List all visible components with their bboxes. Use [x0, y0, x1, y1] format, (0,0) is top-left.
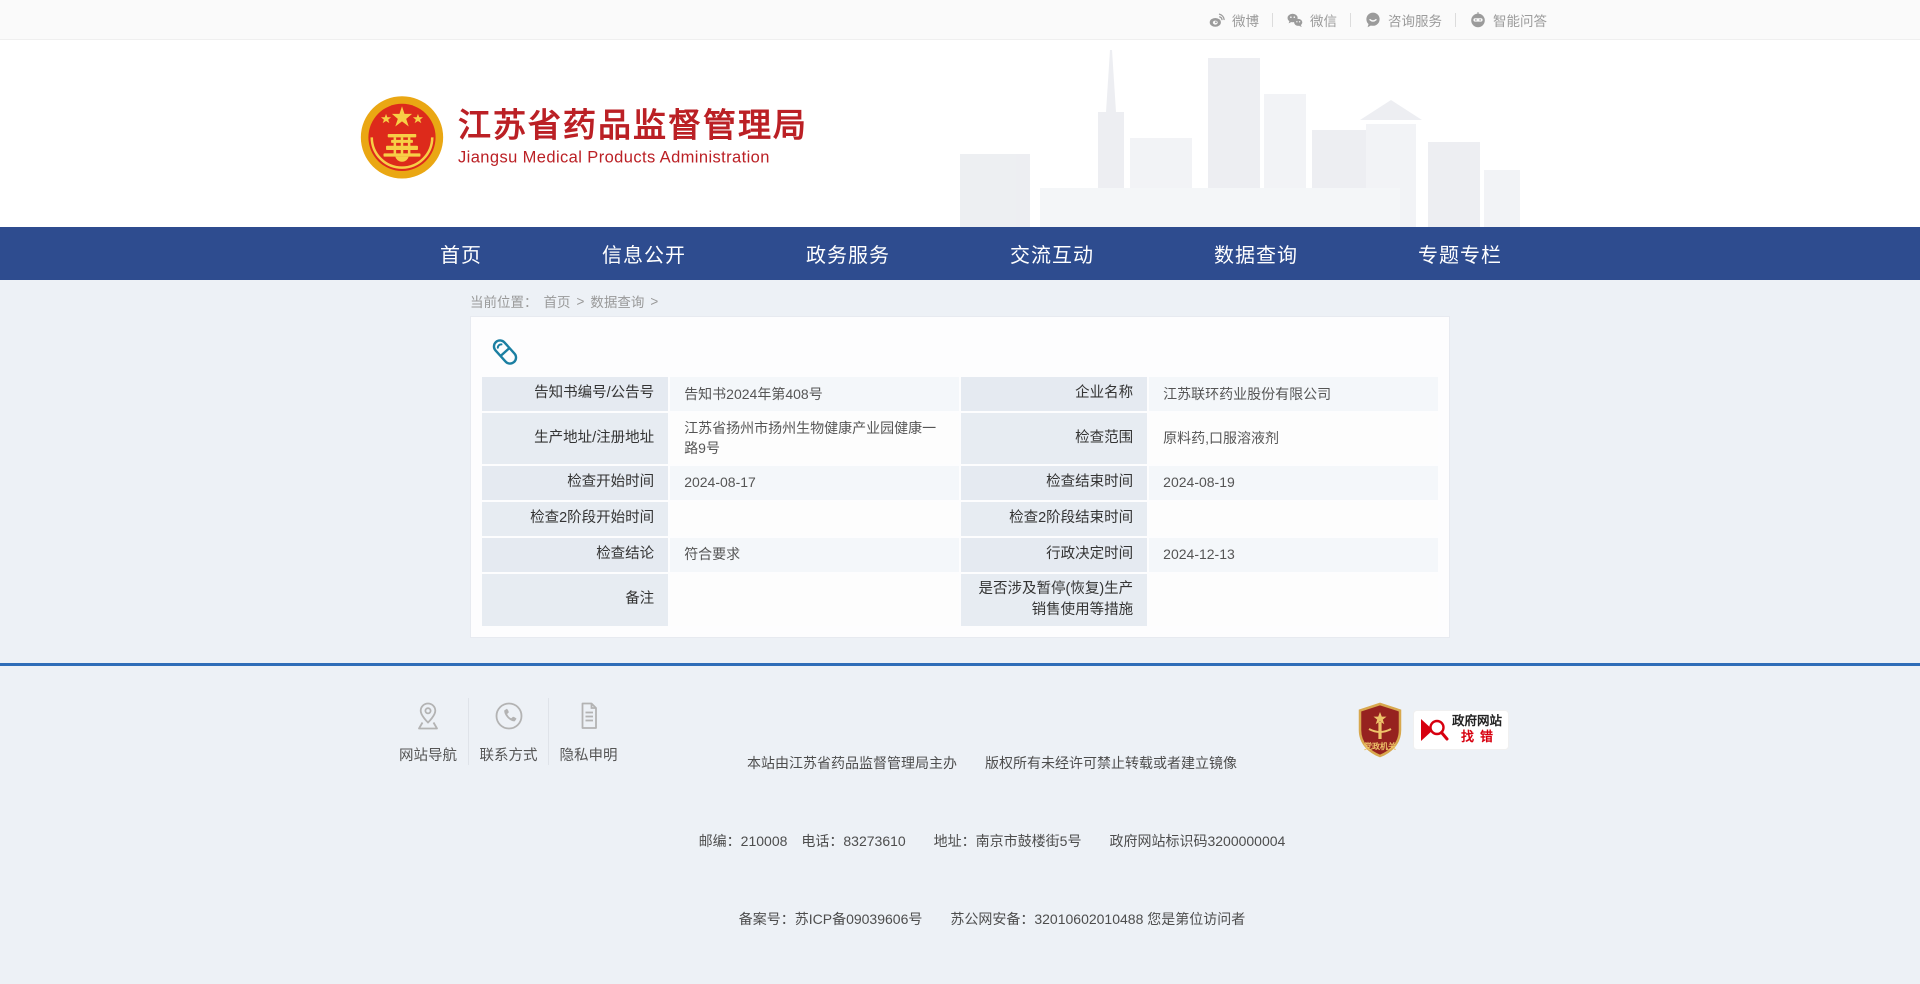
value-company-name: 江苏联环药业股份有限公司 [1149, 377, 1438, 411]
label-production-address: 生产地址/注册地址 [482, 413, 668, 464]
site-title: 江苏省药品监督管理局 [458, 106, 808, 144]
label-inspection-conclusion: 检查结论 [482, 538, 668, 572]
value-phase2-end [1149, 502, 1438, 536]
footer-link-sitemap[interactable]: 网站导航 [388, 698, 468, 765]
breadcrumb: 当前位置： 首页 > 数据查询 > [470, 286, 1450, 316]
table-row: 检查结论 符合要求 行政决定时间 2024-12-13 [482, 538, 1438, 572]
weibo-icon [1208, 11, 1226, 29]
table-row: 生产地址/注册地址 江苏省扬州市扬州生物健康产业园健康一路9号 检查范围 原料药… [482, 413, 1438, 464]
utility-bar: 微博 微信 咨询服务 [0, 0, 1920, 40]
smart-qa-link[interactable]: 智能问答 [1456, 10, 1560, 30]
table-row: 备注 是否涉及暂停(恢复)生产销售使用等措施 [482, 574, 1438, 626]
consult-service-label: 咨询服务 [1388, 10, 1442, 30]
table-row: 告知书编号/公告号 告知书2024年第408号 企业名称 江苏联环药业股份有限公… [482, 377, 1438, 411]
find-error-top-label: 政府网站 [1452, 714, 1502, 729]
pill-icon [490, 337, 520, 367]
detail-panel: 告知书编号/公告号 告知书2024年第408号 企业名称 江苏联环药业股份有限公… [470, 316, 1450, 638]
national-emblem-logo [360, 95, 444, 179]
smart-qa-icon [1469, 11, 1487, 29]
label-inspection-start: 检查开始时间 [482, 466, 668, 500]
value-admin-decision-date: 2024-12-13 [1149, 538, 1438, 572]
table-row: 检查开始时间 2024-08-17 检查结束时间 2024-08-19 [482, 466, 1438, 500]
consult-service-link[interactable]: 咨询服务 [1351, 10, 1455, 30]
privacy-doc-icon [573, 700, 605, 732]
site-subtitle: Jiangsu Medical Products Administration [458, 148, 808, 167]
main-nav: 首页 信息公开 政务服务 交流互动 数据查询 专题专栏 [0, 227, 1920, 280]
party-gov-badge-label: 党政机关 [1364, 741, 1396, 751]
wechat-link[interactable]: 微信 [1273, 10, 1350, 30]
breadcrumb-link-home[interactable]: 首页 [544, 291, 571, 311]
find-error-badge[interactable]: 政府网站 找错 [1414, 711, 1508, 749]
table-row: 检查2阶段开始时间 检查2阶段结束时间 [482, 502, 1438, 536]
value-inspection-end: 2024-08-19 [1149, 466, 1438, 500]
footer-line-icp: 备案号：苏ICP备09039606号 苏公网安备：32010602010488 … [642, 906, 1342, 932]
label-phase2-start: 检查2阶段开始时间 [482, 502, 668, 536]
site-logo[interactable]: 江苏省药品监督管理局 Jiangsu Medical Products Admi… [360, 95, 808, 179]
breadcrumb-prefix: 当前位置： [470, 291, 538, 311]
footer-link-contact-label: 联系方式 [475, 744, 542, 765]
party-gov-badge[interactable]: 党政机关 [1356, 702, 1404, 758]
label-phase2-end: 检查2阶段结束时间 [961, 502, 1147, 536]
value-inspection-conclusion: 符合要求 [670, 538, 959, 572]
consult-icon [1364, 11, 1382, 29]
nav-item-interaction[interactable]: 交流互动 [1010, 239, 1094, 268]
label-inspection-scope: 检查范围 [961, 413, 1147, 464]
label-admin-decision-date: 行政决定时间 [961, 538, 1147, 572]
breadcrumb-separator: > [650, 294, 658, 309]
main-content: 当前位置： 首页 > 数据查询 > 告知书编号/公告号 告知书2024年第408… [0, 280, 1920, 663]
label-company-name: 企业名称 [961, 377, 1147, 411]
label-inspection-end: 检查结束时间 [961, 466, 1147, 500]
value-inspection-scope: 原料药,口服溶液剂 [1149, 413, 1438, 464]
footer-link-privacy[interactable]: 隐私申明 [548, 698, 628, 765]
nav-item-home[interactable]: 首页 [440, 239, 482, 268]
nav-item-special-columns[interactable]: 专题专栏 [1418, 239, 1502, 268]
footer-link-privacy-label: 隐私申明 [555, 744, 622, 765]
value-remarks [670, 574, 959, 626]
weibo-label: 微博 [1232, 10, 1259, 30]
wechat-icon [1286, 11, 1304, 29]
breadcrumb-separator: > [577, 294, 585, 309]
city-skyline-graphic [960, 42, 1520, 227]
label-remarks: 备注 [482, 574, 668, 626]
phone-icon [493, 700, 525, 732]
site-footer: 网站导航 联系方式 [0, 666, 1920, 984]
nav-item-info-disclosure[interactable]: 信息公开 [602, 239, 686, 268]
smart-qa-label: 智能问答 [1493, 10, 1547, 30]
value-phase2-start [670, 502, 959, 536]
footer-info: 本站由江苏省药品监督管理局主办 版权所有未经许可禁止转载或者建立镜像 邮编：21… [628, 698, 1356, 984]
footer-link-contact[interactable]: 联系方式 [468, 698, 548, 765]
nav-item-data-query[interactable]: 数据查询 [1214, 239, 1298, 268]
label-notice-number: 告知书编号/公告号 [482, 377, 668, 411]
nav-item-gov-services[interactable]: 政务服务 [806, 239, 890, 268]
find-error-icon [1419, 715, 1451, 745]
value-suspension-measures [1149, 574, 1438, 626]
weibo-link[interactable]: 微博 [1195, 10, 1272, 30]
footer-line-contact: 邮编：210008 电话：83273610 地址：南京市鼓楼街5号 政府网站标识… [642, 828, 1342, 854]
inspection-detail-table: 告知书编号/公告号 告知书2024年第408号 企业名称 江苏联环药业股份有限公… [480, 375, 1440, 628]
breadcrumb-link-data-query[interactable]: 数据查询 [590, 291, 644, 311]
map-pin-icon [412, 700, 444, 732]
value-production-address: 江苏省扬州市扬州生物健康产业园健康一路9号 [670, 413, 959, 464]
site-header: 江苏省药品监督管理局 Jiangsu Medical Products Admi… [0, 40, 1920, 227]
value-notice-number: 告知书2024年第408号 [670, 377, 959, 411]
footer-line-host: 本站由江苏省药品监督管理局主办 版权所有未经许可禁止转载或者建立镜像 [642, 750, 1342, 776]
wechat-label: 微信 [1310, 10, 1337, 30]
value-inspection-start: 2024-08-17 [670, 466, 959, 500]
label-suspension-measures: 是否涉及暂停(恢复)生产销售使用等措施 [961, 574, 1147, 626]
find-error-bottom-label: 找错 [1461, 729, 1499, 745]
footer-link-sitemap-label: 网站导航 [394, 744, 462, 765]
